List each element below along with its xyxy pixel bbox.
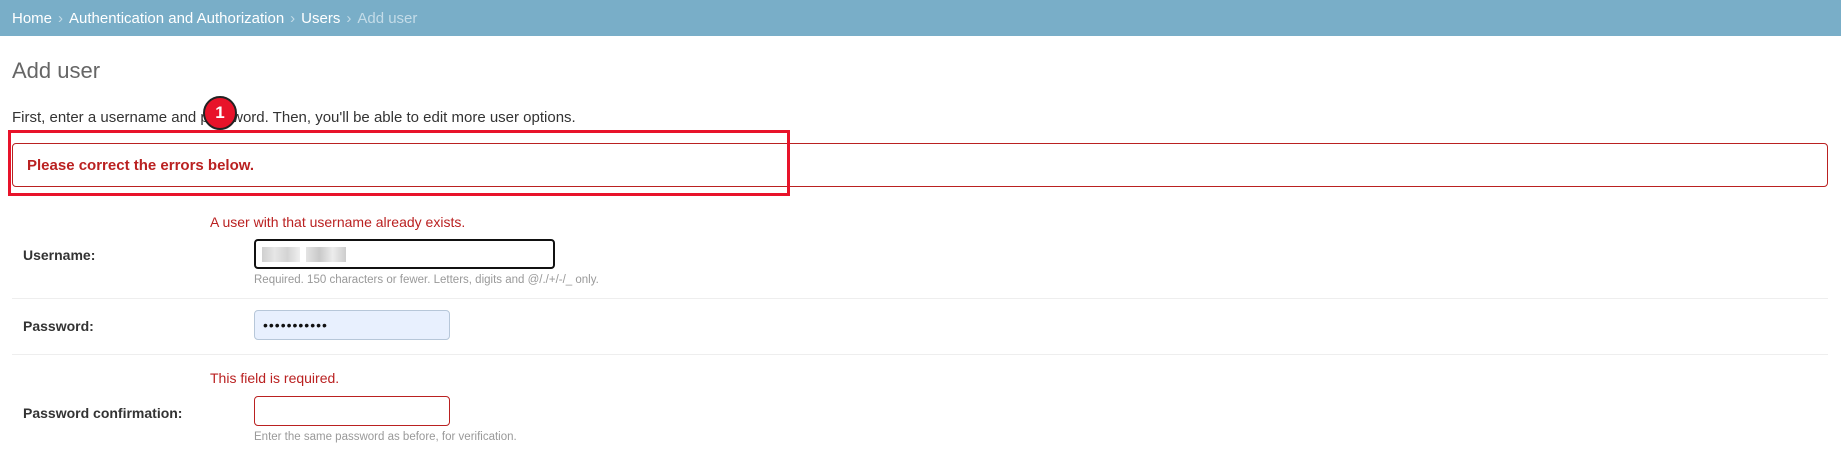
- username-input[interactable]: [254, 239, 555, 269]
- password-confirmation-help: Enter the same password as before, for v…: [254, 431, 517, 443]
- breadcrumb-separator: ›: [290, 9, 296, 27]
- highlight-box: [8, 130, 790, 196]
- password-confirmation-error: This field is required.: [210, 370, 340, 386]
- blurred-value: [306, 247, 346, 262]
- page-title: Add user: [12, 58, 101, 83]
- blurred-value: [262, 247, 300, 262]
- password-label: Password:: [23, 318, 94, 334]
- username-label: Username:: [23, 247, 96, 263]
- breadcrumb-separator: ›: [58, 9, 64, 27]
- username-help: Required. 150 characters or fewer. Lette…: [254, 274, 599, 286]
- breadcrumb: Home › Authentication and Authorization …: [0, 0, 1841, 36]
- row-divider: [12, 354, 1828, 355]
- breadcrumb-app-link[interactable]: Authentication and Authorization: [69, 10, 284, 27]
- breadcrumb-current: Add user: [357, 9, 418, 27]
- password-confirmation-label: Password confirmation:: [23, 405, 183, 421]
- intro-text: First, enter a username and password. Th…: [12, 109, 576, 126]
- breadcrumb-users-link[interactable]: Users: [301, 10, 340, 27]
- step-marker: 1: [203, 96, 237, 130]
- password-input[interactable]: •••••••••••: [254, 310, 450, 340]
- row-divider: [12, 298, 1828, 299]
- username-error: A user with that username already exists…: [210, 214, 466, 230]
- breadcrumb-home-link[interactable]: Home: [12, 10, 52, 27]
- password-confirmation-input[interactable]: [254, 396, 450, 426]
- breadcrumb-separator: ›: [346, 9, 352, 27]
